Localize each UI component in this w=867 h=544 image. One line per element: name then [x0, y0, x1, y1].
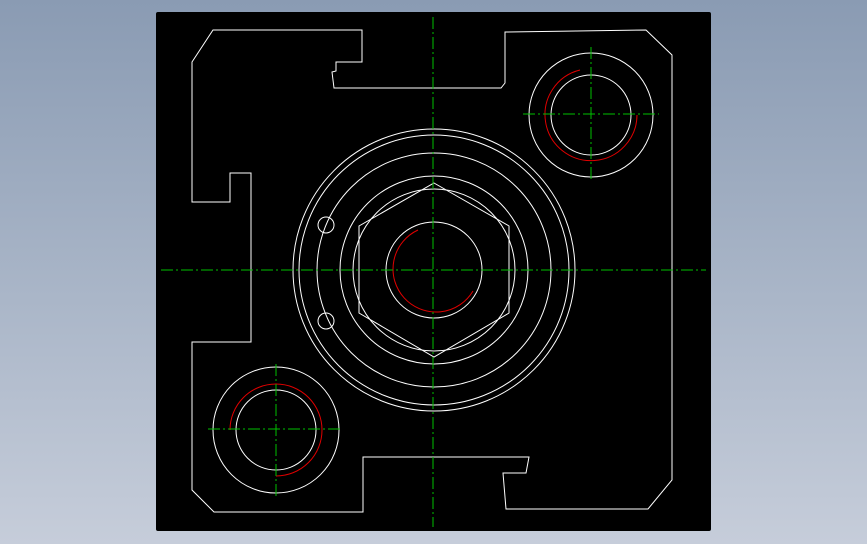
cad-drawing-viewport[interactable]: [156, 12, 711, 531]
cad-drawing: [161, 17, 706, 527]
body-outline: [191, 29, 673, 513]
